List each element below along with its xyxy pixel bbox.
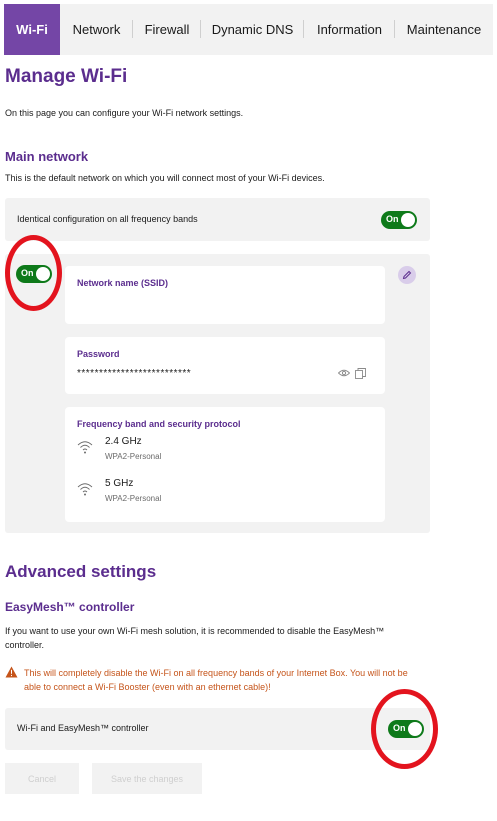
warning-icon (5, 666, 18, 678)
tab-dynamic-dns[interactable]: Dynamic DNS (201, 4, 304, 55)
band-name: 5 GHz (105, 478, 134, 489)
password-card: Password ************************** (65, 337, 385, 394)
toggle-text: On (21, 268, 34, 278)
main-network-panel: On Network name (SSID) Password ********… (5, 254, 430, 533)
identical-config-toggle[interactable]: On (381, 211, 417, 229)
page-intro: On this page you can configure your Wi-F… (5, 108, 244, 118)
identical-config-label: Identical configuration on all frequency… (17, 214, 198, 224)
easymesh-title: EasyMesh™ controller (5, 600, 135, 614)
save-button[interactable]: Save the changes (92, 763, 202, 794)
toggle-text: On (393, 723, 406, 733)
identical-config-row: Identical configuration on all frequency… (5, 198, 430, 241)
tab-label: Dynamic DNS (211, 22, 294, 37)
pencil-icon (402, 270, 412, 280)
tab-wifi[interactable]: Wi-Fi (4, 4, 60, 55)
frequency-card: Frequency band and security protocol 2.4… (65, 407, 385, 522)
cancel-button[interactable]: Cancel (5, 763, 79, 794)
main-network-title: Main network (5, 149, 89, 164)
page-title: Manage Wi-Fi (5, 66, 128, 87)
toggle-text: On (386, 214, 399, 224)
tab-label: Information (316, 22, 383, 37)
eye-icon[interactable] (338, 369, 350, 377)
password-label: Password (77, 349, 120, 359)
wifi-easymesh-label: Wi-Fi and EasyMesh™ controller (17, 723, 149, 733)
toggle-knob (408, 722, 422, 736)
tab-label: Wi-Fi (16, 22, 48, 37)
band-name: 2.4 GHz (105, 436, 142, 447)
frequency-label: Frequency band and security protocol (77, 419, 241, 429)
easymesh-description: If you want to use your own Wi-Fi mesh s… (5, 626, 385, 650)
toggle-knob (401, 213, 415, 227)
band-security: WPA2-Personal (105, 494, 162, 503)
warning-text: This will completely disable the Wi-Fi o… (24, 668, 408, 692)
tab-label: Firewall (144, 22, 190, 37)
tab-maintenance[interactable]: Maintenance (395, 4, 493, 55)
ssid-label: Network name (SSID) (77, 278, 169, 288)
band-security: WPA2-Personal (105, 452, 162, 461)
network-enable-toggle[interactable]: On (16, 265, 52, 283)
main-network-description: This is the default network on which you… (5, 173, 325, 183)
ssid-card[interactable]: Network name (SSID) (65, 266, 385, 324)
advanced-settings-title: Advanced settings (5, 562, 157, 581)
edit-button[interactable] (398, 266, 416, 284)
wifi-icon (77, 441, 93, 454)
copy-icon[interactable] (355, 368, 366, 379)
toggle-knob (36, 267, 50, 281)
tab-label: Maintenance (406, 22, 482, 37)
tab-label: Network (72, 22, 121, 37)
tab-bar: Wi-Fi Network Firewall Dynamic DNS Infor… (4, 4, 493, 55)
tab-information[interactable]: Information (304, 4, 395, 55)
wifi-easymesh-row: Wi-Fi and EasyMesh™ controller On (5, 708, 430, 750)
tab-network[interactable]: Network (60, 4, 133, 55)
wifi-easymesh-toggle[interactable]: On (388, 720, 424, 738)
password-value: ************************** (77, 368, 192, 379)
wifi-icon (77, 483, 93, 496)
tab-firewall[interactable]: Firewall (133, 4, 201, 55)
